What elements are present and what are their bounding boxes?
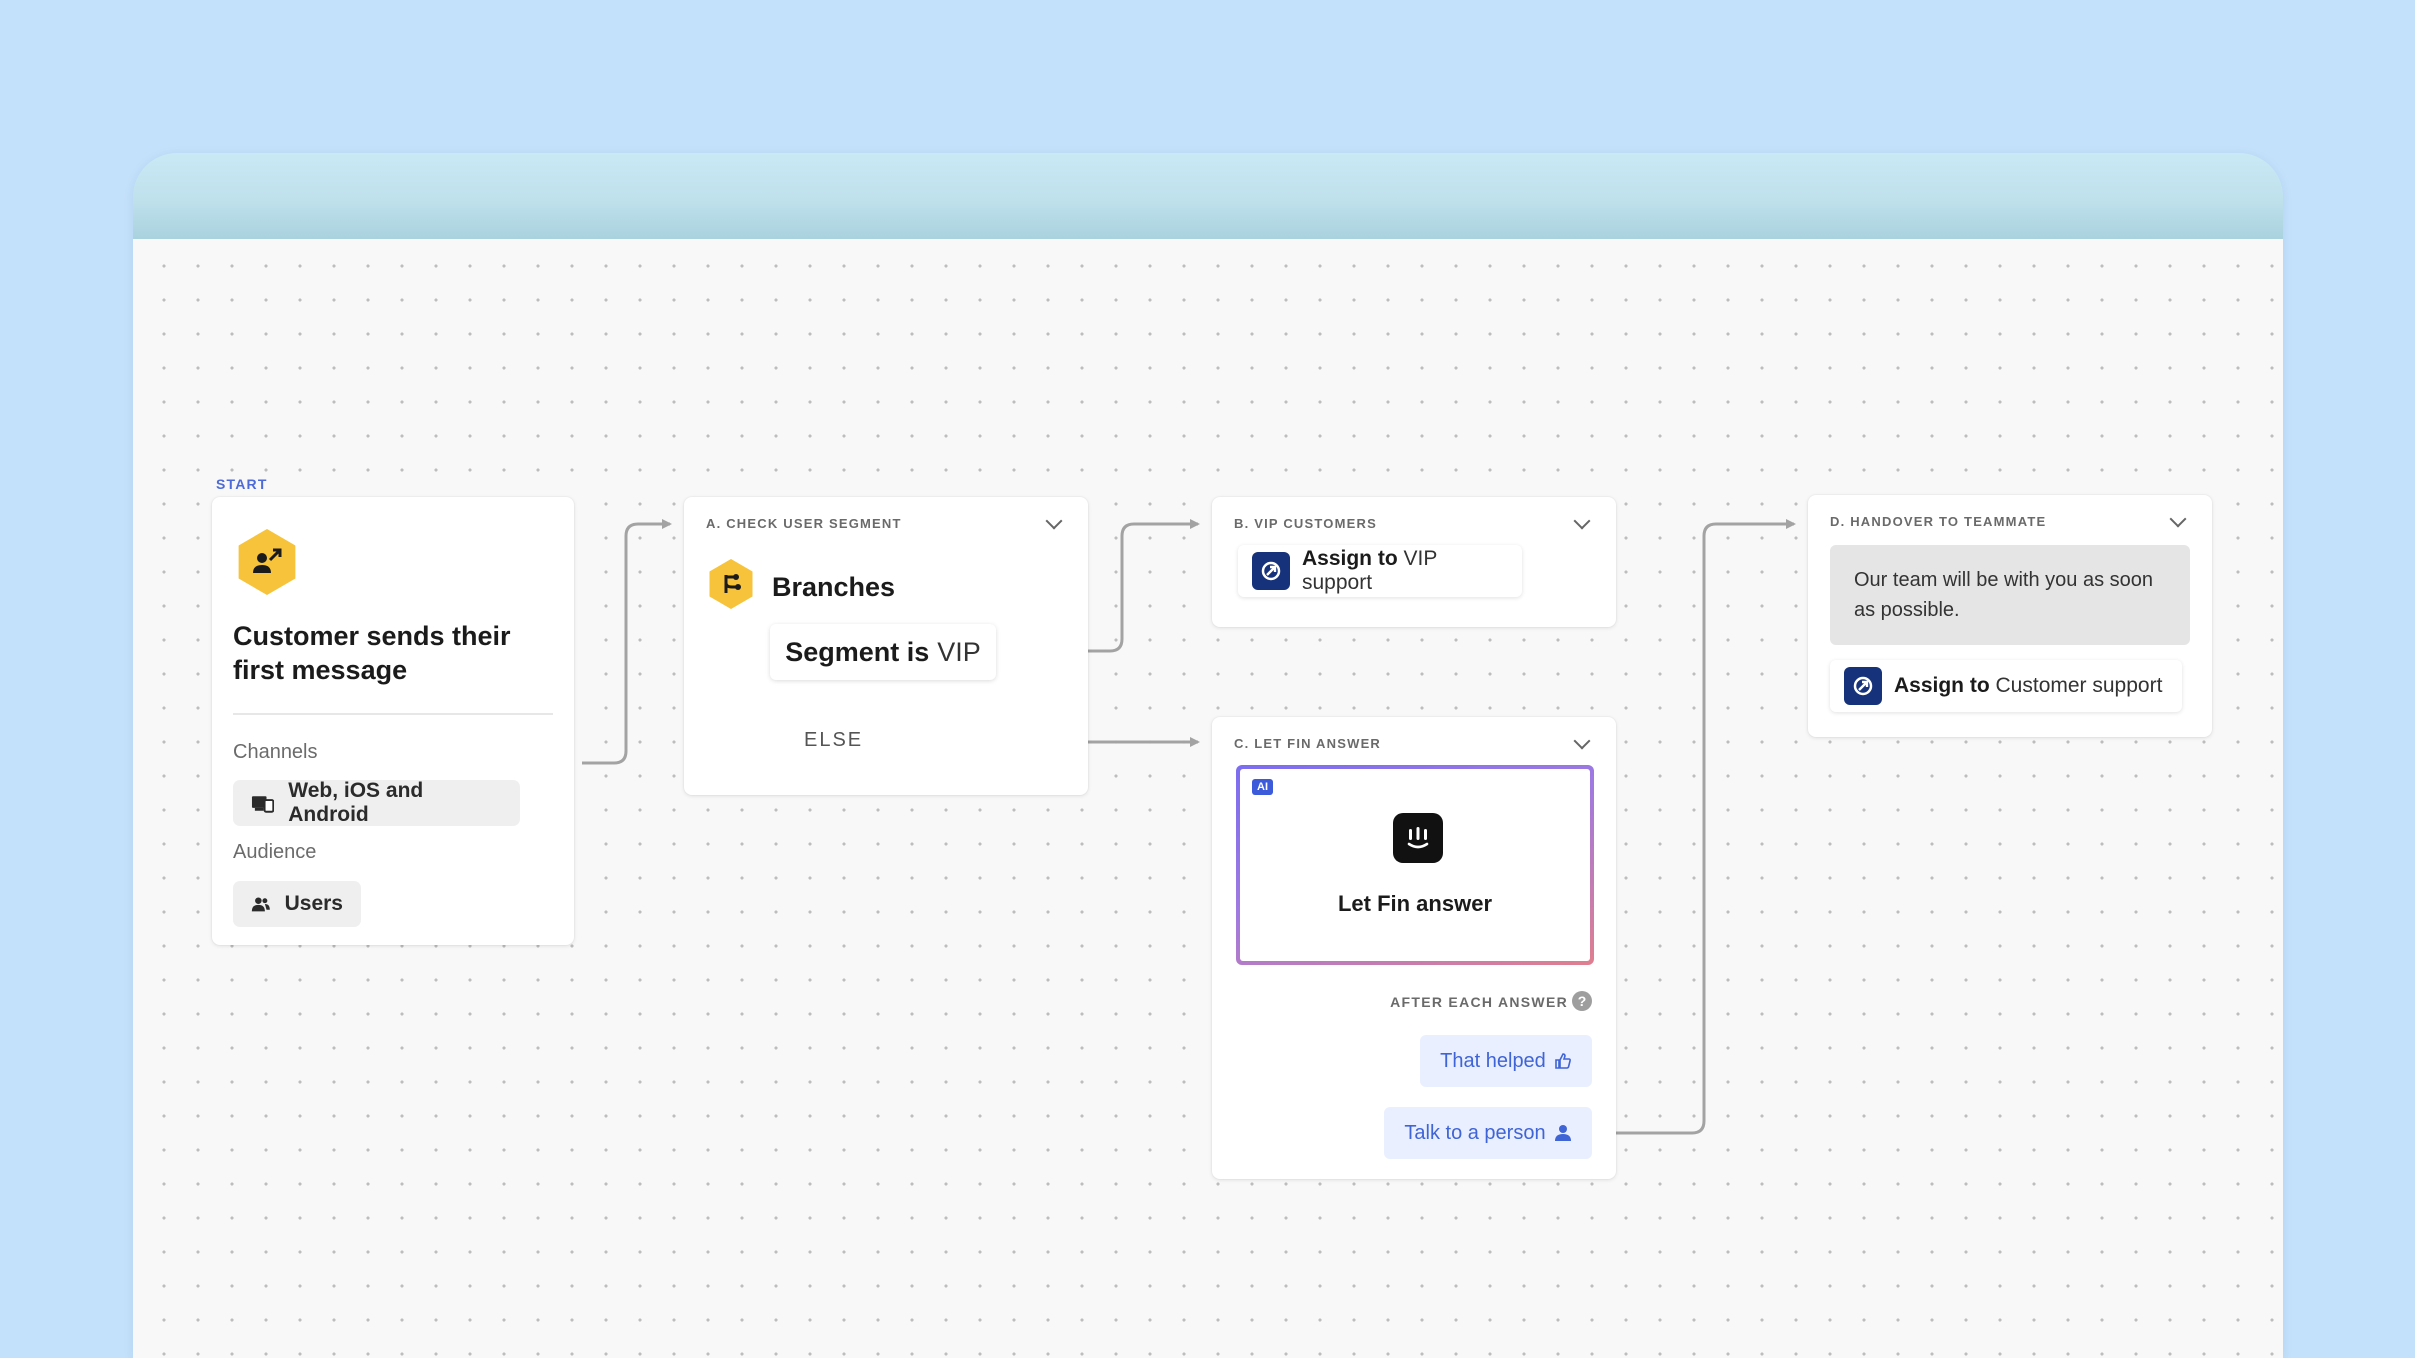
window-title-bar bbox=[133, 153, 2283, 239]
condition-vip[interactable]: Segment is VIP bbox=[770, 624, 996, 680]
that-helped-button[interactable]: That helped bbox=[1420, 1035, 1592, 1087]
talk-to-person-label: Talk to a person bbox=[1404, 1121, 1546, 1144]
assign-vip-action[interactable]: Assign to VIP support bbox=[1238, 545, 1522, 597]
start-card[interactable]: Customer sends their first message Chann… bbox=[212, 497, 574, 945]
channels-label: Channels bbox=[233, 741, 318, 763]
help-icon[interactable]: ? bbox=[1572, 991, 1592, 1011]
after-each-answer-label: AFTER EACH ANSWER bbox=[1390, 994, 1568, 1010]
fin-logo-icon bbox=[1393, 813, 1443, 863]
channels-value: Web, iOS and Android bbox=[288, 779, 424, 826]
start-title: Customer sends their first message bbox=[233, 621, 511, 685]
thumbs-up-icon bbox=[1555, 1053, 1571, 1069]
vip-customers-tag: B. VIP CUSTOMERS bbox=[1234, 516, 1377, 531]
assign-icon bbox=[1252, 552, 1290, 590]
ai-badge: AI bbox=[1252, 779, 1273, 795]
fin-answer-title: Let Fin answer bbox=[1337, 891, 1493, 916]
person-icon bbox=[1554, 1125, 1571, 1141]
chevron-down-icon[interactable] bbox=[2169, 510, 2187, 528]
assign-verb: Assign to bbox=[1302, 547, 1398, 570]
fin-answer-block[interactable]: AI Let Fin answer bbox=[1236, 765, 1594, 965]
audience-pill[interactable]: Users bbox=[233, 881, 361, 927]
audience-label: Audience bbox=[233, 841, 317, 863]
talk-to-person-button[interactable]: Talk to a person bbox=[1384, 1107, 1592, 1159]
chevron-down-icon[interactable] bbox=[1573, 512, 1591, 530]
user-arrow-icon bbox=[238, 529, 296, 595]
that-helped-label: That helped bbox=[1440, 1049, 1546, 1072]
handover-message: Our team will be with you as soon as pos… bbox=[1830, 545, 2190, 645]
vip-customers-card[interactable]: B. VIP CUSTOMERS Assign to VIP support bbox=[1212, 497, 1616, 627]
assign-customer-support-action[interactable]: Assign to Customer support bbox=[1830, 660, 2182, 712]
fin-answer-card[interactable]: C. LET FIN ANSWER AI Let Fin answer AFTE… bbox=[1212, 717, 1616, 1179]
divider bbox=[233, 713, 553, 715]
start-tag: START bbox=[216, 476, 268, 492]
fin-answer-tag: C. LET FIN ANSWER bbox=[1234, 736, 1382, 751]
else-label: ELSE bbox=[798, 729, 870, 752]
assign-target: Customer support bbox=[1995, 674, 2163, 697]
assign-verb: Assign to bbox=[1894, 674, 1990, 697]
devices-icon bbox=[251, 796, 275, 813]
assign-icon bbox=[1844, 667, 1882, 705]
chevron-down-icon[interactable] bbox=[1573, 732, 1591, 750]
chevron-down-icon[interactable] bbox=[1045, 512, 1063, 530]
check-segment-tag: A. CHECK USER SEGMENT bbox=[706, 516, 902, 531]
branches-title: Branches bbox=[772, 572, 896, 602]
audience-value: Users bbox=[284, 892, 343, 915]
condition-prefix: Segment is bbox=[785, 636, 930, 667]
channels-pill[interactable]: Web, iOS and Android bbox=[233, 779, 520, 826]
handover-card[interactable]: D. HANDOVER TO TEAMMATE Our team will be… bbox=[1808, 495, 2212, 737]
branch-icon bbox=[709, 559, 753, 609]
users-icon bbox=[251, 897, 270, 912]
handover-tag: D. HANDOVER TO TEAMMATE bbox=[1830, 514, 2047, 529]
check-segment-card[interactable]: A. CHECK USER SEGMENT Branches Segment i… bbox=[684, 497, 1088, 795]
condition-value: VIP bbox=[937, 636, 981, 667]
